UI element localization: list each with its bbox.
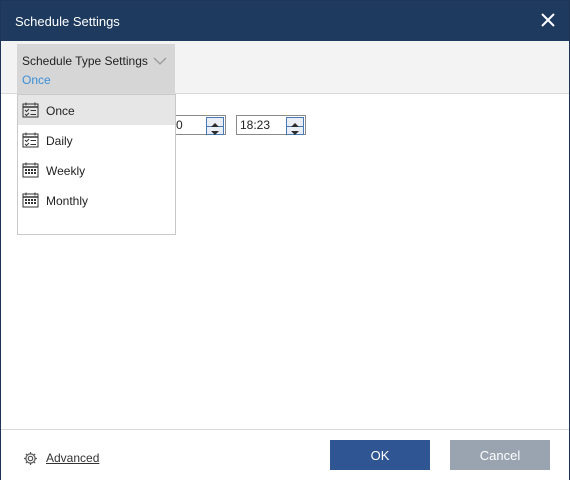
menu-item-label: Monthly <box>46 194 89 208</box>
schedule-settings-dialog: Schedule Settings Schedule Type Settings… <box>0 0 570 480</box>
advanced-link[interactable]: Advanced <box>46 451 99 465</box>
spin-down-icon[interactable] <box>287 126 303 135</box>
cancel-button[interactable]: Cancel <box>450 440 550 470</box>
schedule-toolbar: Schedule Type Settings Once <box>1 41 569 94</box>
menu-item-label: Weekly <box>46 164 86 178</box>
calendar-grid-icon <box>22 162 39 181</box>
menu-item-label: Daily <box>46 134 73 148</box>
ok-button[interactable]: OK <box>330 440 430 470</box>
date-value: 0 <box>176 118 183 132</box>
date-spinner-buttons <box>206 117 224 135</box>
calendar-check-icon <box>22 102 39 121</box>
dialog-title: Schedule Settings <box>15 14 120 29</box>
menu-item-weekly[interactable]: Weekly <box>18 155 175 185</box>
calendar-check-icon <box>22 132 39 151</box>
menu-item-label: Once <box>46 104 75 118</box>
menu-item-daily[interactable]: Daily <box>18 125 175 155</box>
dialog-footer: Advanced OK Cancel <box>1 429 569 480</box>
time-spinner-buttons <box>286 117 304 135</box>
time-value: 18:23 <box>240 118 271 132</box>
spin-down-icon[interactable] <box>207 126 223 135</box>
time-spinner[interactable]: 18:23 <box>236 115 306 135</box>
chevron-down-icon <box>153 55 167 69</box>
schedule-type-dropdown[interactable]: Schedule Type Settings Once <box>17 44 175 93</box>
menu-item-once[interactable]: Once <box>18 95 175 125</box>
schedule-type-label: Schedule Type Settings <box>22 54 148 68</box>
schedule-type-menu: Once Daily Weekly Monthly <box>17 94 176 235</box>
menu-item-monthly[interactable]: Monthly <box>18 185 175 215</box>
schedule-type-selected: Once <box>22 73 51 87</box>
calendar-grid-icon <box>22 192 39 211</box>
close-icon[interactable] <box>537 9 559 31</box>
title-bar: Schedule Settings <box>1 1 569 41</box>
gear-icon[interactable] <box>23 451 38 469</box>
